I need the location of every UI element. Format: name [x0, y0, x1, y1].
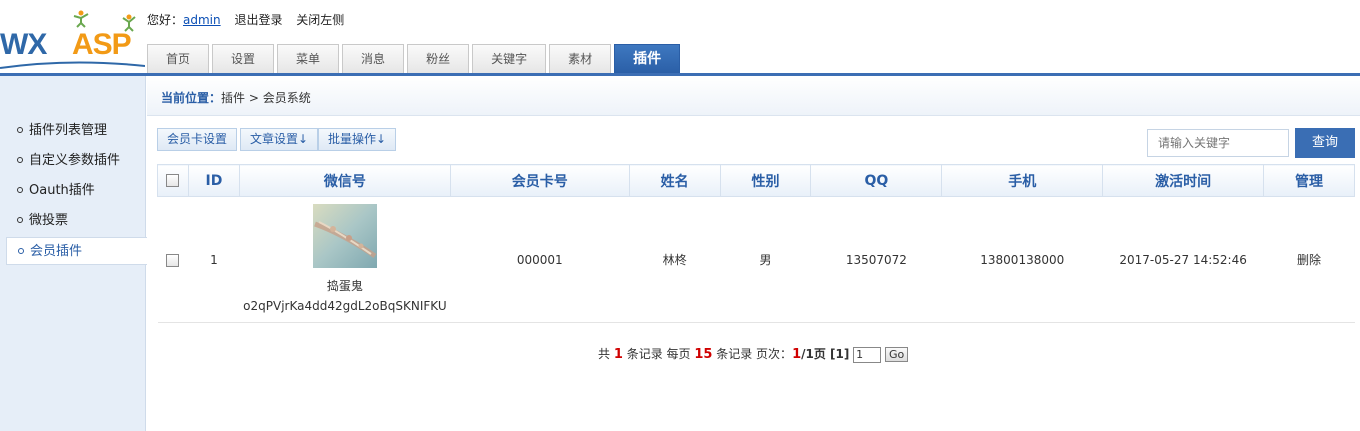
sidebar: 插件列表管理 自定义参数插件 Oauth插件 微投票 会员插件	[0, 76, 147, 431]
username-link[interactable]: admin	[183, 13, 221, 27]
tab-home[interactable]: 首页	[147, 44, 210, 73]
header: WX ASP 您好：admin 退出登录 关闭左侧 首页 设置 菜单 消息 粉丝…	[0, 0, 1360, 76]
cell-card: 000001	[450, 196, 630, 323]
table-header-row: ID 微信号 会员卡号 姓名 性别 QQ 手机 激活时间 管理	[157, 164, 1355, 197]
cell-wechat: 捣蛋鬼 o2qPVjrKa4dd42gdL2oBqSKNIFKU	[239, 196, 451, 323]
member-table: ID 微信号 会员卡号 姓名 性别 QQ 手机 激活时间 管理 1 捣蛋鬼 o2…	[157, 164, 1355, 323]
tab-fans[interactable]: 粉丝	[407, 44, 470, 73]
select-all-cell	[157, 164, 189, 197]
select-all-checkbox[interactable]	[166, 174, 180, 187]
row-checkbox[interactable]	[166, 253, 180, 267]
header-name: 姓名	[628, 164, 721, 197]
tab-settings[interactable]: 设置	[212, 44, 275, 73]
cell-qq: 13507072	[810, 196, 942, 323]
sidebar-item-plugin-list[interactable]: 插件列表管理	[6, 117, 146, 145]
header-gender: 性别	[719, 164, 812, 197]
tab-plugins[interactable]: 插件	[614, 44, 681, 74]
batch-actions-button[interactable]: 批量操作↓	[318, 128, 397, 151]
avatar[interactable]	[312, 203, 377, 268]
current-page: 1	[792, 347, 802, 362]
sidebar-item-oauth[interactable]: Oauth插件	[6, 177, 146, 205]
bullet-icon	[17, 156, 23, 163]
bullet-icon	[17, 216, 23, 223]
breadcrumb-label: 当前位置：	[161, 91, 222, 105]
article-settings-button[interactable]: 文章设置↓	[240, 128, 319, 151]
logo-swoosh	[0, 61, 145, 69]
bullet-icon	[17, 186, 23, 193]
wechat-nickname: 捣蛋鬼	[326, 278, 363, 293]
header-activated: 激活时间	[1102, 164, 1265, 197]
cell-activated: 2017-05-27 14:52:46	[1102, 196, 1264, 323]
logo: WX ASP	[0, 8, 145, 69]
breadcrumb: 当前位置：插件 > 会员系统	[147, 76, 1360, 116]
cell-gender: 男	[720, 196, 811, 323]
logout-link[interactable]: 退出登录	[234, 13, 282, 27]
bullet-icon	[17, 126, 23, 133]
person-icon	[73, 10, 89, 28]
sidebar-item-member[interactable]: 会员插件	[6, 237, 147, 265]
sidebar-item-vote[interactable]: 微投票	[6, 207, 146, 235]
tab-keywords[interactable]: 关键字	[472, 44, 547, 73]
cell-phone: 13800138000	[941, 196, 1103, 323]
tab-menu[interactable]: 菜单	[277, 44, 340, 73]
logo-asp: ASP	[72, 28, 132, 61]
total-count: 1	[613, 347, 623, 362]
pagination: 共 1 条记录 每页 15 条记录 页次：1/1页 [1] 1 Go	[598, 345, 909, 363]
header-phone: 手机	[941, 164, 1104, 197]
top-bar: 您好：admin 退出登录 关闭左侧	[147, 11, 354, 28]
greeting: 您好：admin	[147, 13, 221, 27]
main-nav: 首页 设置 菜单 消息 粉丝 关键字 素材 插件	[147, 44, 683, 74]
search-input[interactable]	[1147, 129, 1289, 157]
header-qq: QQ	[810, 164, 943, 197]
sidebar-item-custom-params[interactable]: 自定义参数插件	[6, 147, 146, 175]
page-input[interactable]: 1	[853, 346, 882, 363]
header-manage: 管理	[1263, 164, 1355, 197]
wechat-openid: o2qPVjrKa4dd42gdL2oBqSKNIFKU	[243, 298, 447, 313]
go-button[interactable]: Go	[885, 347, 909, 362]
close-left-link[interactable]: 关闭左侧	[296, 13, 344, 27]
logo-wx: WX	[0, 28, 47, 61]
bullet-icon	[18, 247, 24, 254]
cell-id: 1	[188, 196, 240, 323]
cell-name: 林柊	[629, 196, 721, 323]
tab-materials[interactable]: 素材	[549, 44, 612, 73]
member-card-settings-button[interactable]: 会员卡设置	[157, 128, 238, 151]
table-row: 1 捣蛋鬼 o2qPVjrKa4dd42gdL2oBqSKNIFKU 00000…	[157, 196, 1355, 323]
tab-messages[interactable]: 消息	[342, 44, 405, 73]
breadcrumb-path: 插件 > 会员系统	[221, 91, 311, 105]
per-page: 15	[694, 347, 713, 362]
header-card: 会员卡号	[449, 164, 630, 197]
delete-link[interactable]: 删除	[1297, 253, 1321, 267]
search-button[interactable]: 查询	[1295, 128, 1355, 158]
header-wechat: 微信号	[238, 164, 451, 197]
header-id: ID	[187, 164, 240, 197]
